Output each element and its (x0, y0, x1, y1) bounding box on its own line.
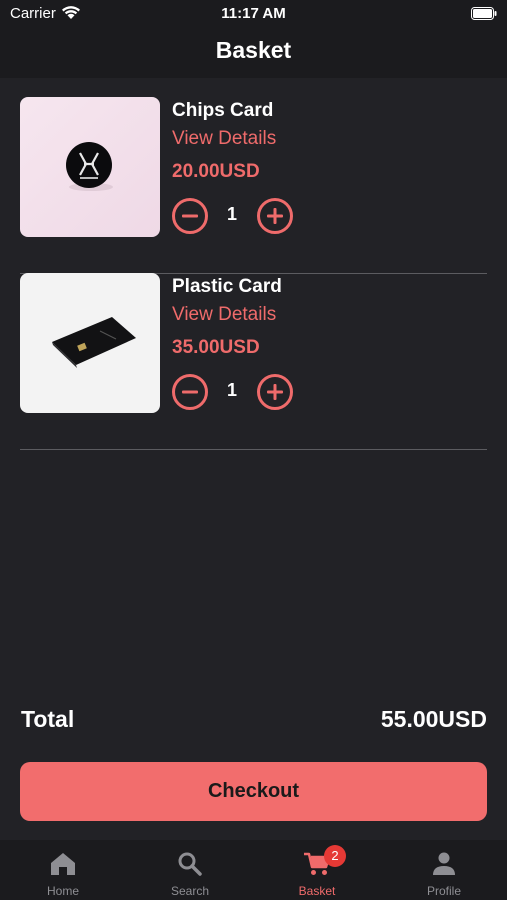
navigation-bar: Basket (0, 28, 507, 78)
plus-icon (267, 208, 283, 224)
item-name: Plastic Card (172, 276, 282, 297)
plus-icon (267, 384, 283, 400)
decrease-quantity-button[interactable] (172, 198, 208, 234)
increase-quantity-button[interactable] (257, 374, 293, 410)
tab-label: Profile (426, 884, 461, 898)
view-details-link[interactable]: View Details (172, 128, 276, 150)
item-name: Chips Card (172, 100, 274, 121)
total-value: 55.00USD (380, 706, 487, 732)
tab-bar: Home Search 2 Basket Profile (0, 840, 507, 900)
home-icon (51, 853, 75, 875)
quantity-stepper: 1 (172, 198, 352, 234)
checkout-button[interactable]: Checkout (20, 762, 487, 821)
tab-label: Search (170, 884, 210, 898)
minus-icon (182, 390, 198, 394)
person-icon (433, 852, 455, 875)
view-details-link[interactable]: View Details (172, 304, 276, 326)
tab-basket[interactable]: 2 Basket (254, 840, 380, 900)
item-price: 35.00USD (172, 337, 260, 358)
search-icon (178, 852, 202, 876)
decrease-quantity-button[interactable] (172, 374, 208, 410)
quantity-stepper: 1 (172, 374, 352, 410)
quantity-value: 1 (226, 380, 237, 400)
chips-card-image[interactable] (20, 97, 160, 237)
tab-profile[interactable]: Profile (381, 840, 507, 900)
tab-label: Basket (298, 884, 336, 898)
basket-item: Plastic Card View Details 35.00USD 1 (20, 273, 487, 450)
clock: 11:17 AM (221, 5, 286, 22)
tab-home[interactable]: Home (0, 840, 126, 900)
total-label: Total (21, 706, 75, 732)
quantity-value: 1 (226, 204, 237, 224)
item-price: 20.00USD (172, 161, 260, 182)
tab-label: Home (46, 884, 79, 898)
basket-item: Chips Card View Details 20.00USD 1 (20, 97, 487, 274)
tab-search[interactable]: Search (127, 840, 253, 900)
increase-quantity-button[interactable] (257, 198, 293, 234)
page-title: Basket (215, 37, 292, 63)
minus-icon (182, 214, 198, 218)
status-bar: Carrier 11:17 AM (0, 0, 507, 28)
cart-badge: 2 (324, 845, 346, 867)
plastic-card-image[interactable] (20, 273, 160, 413)
battery-icon (471, 7, 497, 20)
